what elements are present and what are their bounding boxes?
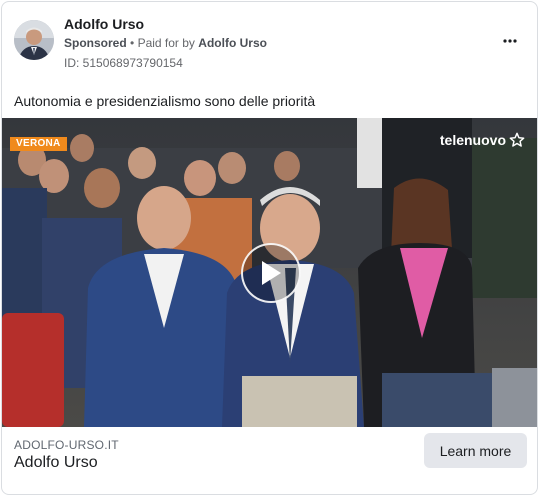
more-options-icon <box>503 39 517 43</box>
sponsored-line: Sponsored • Paid for by Adolfo Urso <box>64 36 267 50</box>
link-title[interactable]: Adolfo Urso <box>14 454 98 472</box>
paid-for-name: Adolfo Urso <box>198 36 267 50</box>
ad-card: Adolfo Urso Sponsored • Paid for by Adol… <box>1 1 538 495</box>
learn-more-button[interactable]: Learn more <box>424 433 527 468</box>
link-domain[interactable]: ADOLFO-URSO.IT <box>14 438 119 452</box>
meta-separator: • <box>130 36 135 50</box>
ad-body-text: Autonomia e presidenzialismo sono delle … <box>14 93 316 109</box>
paid-for-prefix: Paid for by <box>137 36 195 50</box>
sponsored-label: Sponsored <box>64 36 127 50</box>
ad-id: ID: 515068973790154 <box>64 56 183 70</box>
play-icon <box>262 261 281 285</box>
advertiser-avatar[interactable] <box>14 20 54 60</box>
broadcaster-logo-text: telenuovo <box>439 132 506 148</box>
location-tag: VERONA <box>10 137 67 151</box>
ad-video[interactable]: VERONA telenuovo <box>2 118 537 427</box>
play-button[interactable] <box>241 243 301 303</box>
more-options-button[interactable] <box>497 30 523 52</box>
broadcaster-logo: telenuovo <box>440 132 525 148</box>
star-icon <box>509 132 525 147</box>
avatar-image <box>14 20 54 60</box>
advertiser-name[interactable]: Adolfo Urso <box>64 16 144 32</box>
